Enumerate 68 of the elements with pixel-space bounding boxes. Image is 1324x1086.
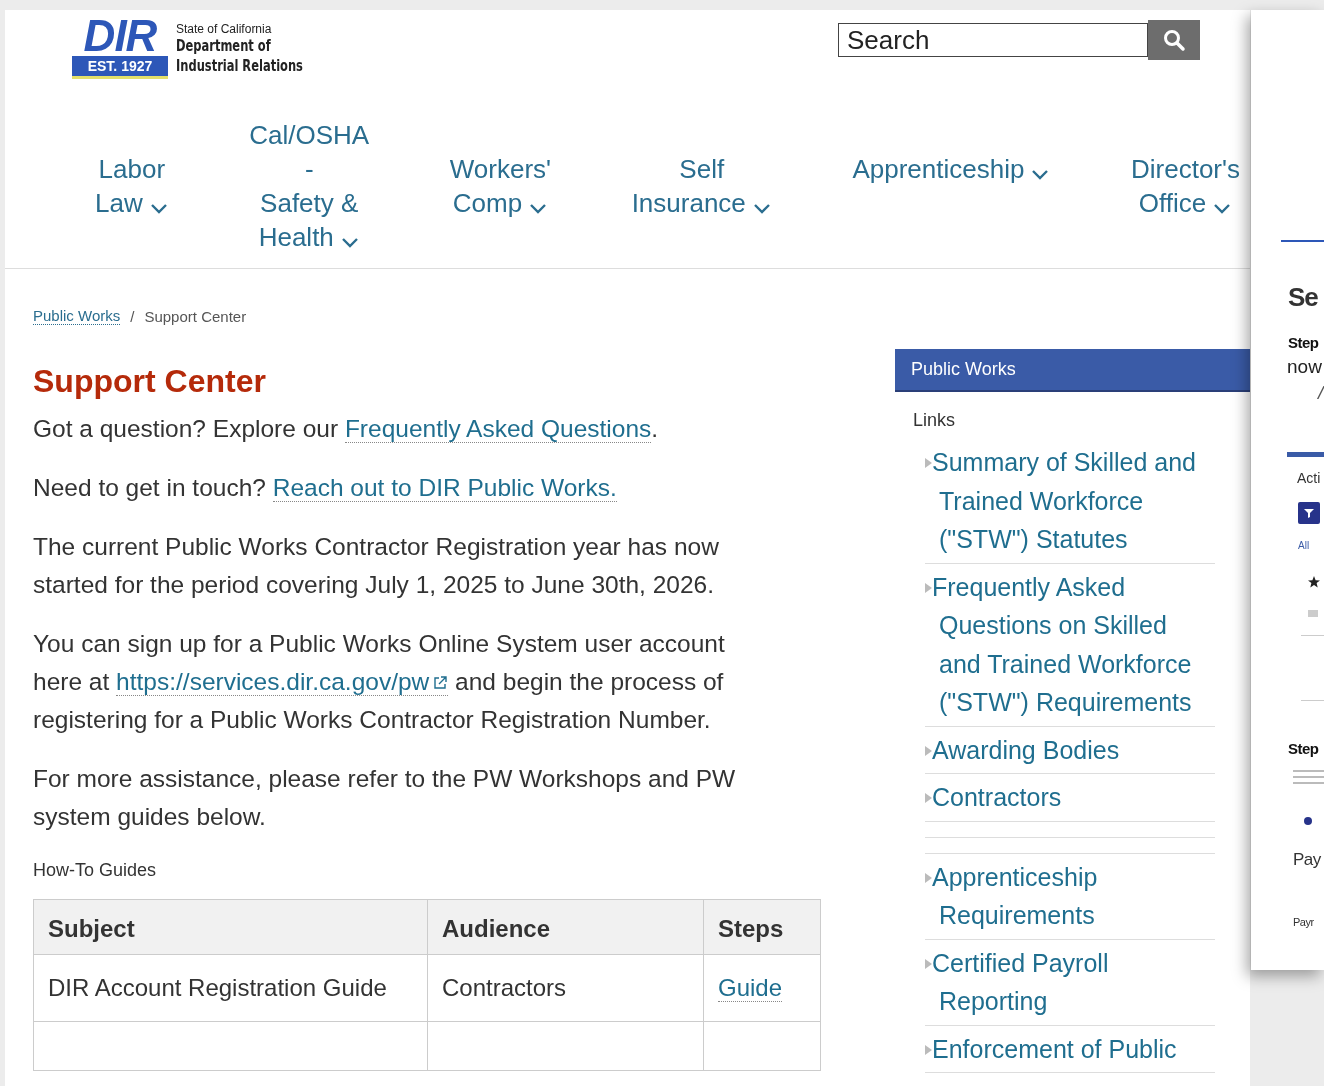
column-header: Subject [33, 899, 428, 955]
row-text: Payr [1293, 916, 1314, 928]
bullet-triangle-icon [925, 958, 932, 969]
window-heading: Se [1288, 282, 1318, 313]
bullet-triangle-icon [925, 1044, 932, 1055]
filter-icon [1304, 508, 1314, 518]
bullet-triangle-icon [925, 458, 932, 468]
column-header: Steps [703, 899, 821, 955]
logo-established-year: EST. 1927 [72, 56, 168, 76]
text-link[interactable]: Frequently Asked Questions [344, 415, 652, 443]
column-header: Audience [427, 899, 704, 955]
chevron-down-icon [751, 202, 772, 216]
status-dot [1304, 817, 1312, 825]
url-link[interactable]: https://services.dir.ca.gov/pw [116, 668, 449, 696]
page-title: Support Center [33, 363, 267, 400]
bullet-triangle-icon [925, 745, 932, 756]
breadcrumb-link[interactable]: Public Works [33, 307, 121, 325]
bullet-triangle-icon [925, 872, 932, 883]
sidebar-link[interactable]: Awarding Bodies [932, 730, 1120, 769]
sidebar-link[interactable]: Contractors [932, 778, 1062, 817]
nav-menu-item[interactable]: Labor Law [95, 152, 169, 220]
table-cell: Contractors [427, 954, 704, 1022]
paragraph: For more assistance, please refer to the PW Workshops and PW system guides below. [33, 764, 737, 832]
paragraph: Got a question? Explore our Frequently Asked Questions. [33, 414, 660, 445]
sidebar-subtitle: Links [913, 410, 957, 431]
nav-menu-item[interactable]: Director's Office [1131, 152, 1240, 220]
paragraph: You can sign up for a Public Works Online System user account here at https://services.dir.ca.gov/pw and begin the process of registering for a Public Works Contractor Registration Number. [33, 629, 726, 735]
sidebar-link[interactable]: Certified Payroll Reporting [932, 943, 1215, 1021]
breadcrumb-current: Support Center [144, 307, 247, 325]
filter-button[interactable] [1298, 502, 1320, 524]
logo-state-text: State of California [176, 22, 273, 36]
sidebar-link[interactable]: Summary of Skilled and Trained Workforce ("STW") Statutes [932, 443, 1215, 559]
nav-menu-item[interactable]: Workers' Comp [449, 152, 552, 220]
logo-mark: DIR [82, 16, 158, 56]
paragraph: The current Public Works Contractor Registration year has now started for the period covering July 1, 2025 to June 30th, 2026. [33, 532, 720, 600]
logo-department-text: Department of [176, 36, 272, 56]
filter-link[interactable]: All [1298, 540, 1310, 551]
external-link-icon [432, 675, 449, 691]
nav-menu-item[interactable]: Self Insurance [631, 152, 772, 220]
window-text: now [1287, 356, 1322, 378]
search-button[interactable] [1148, 20, 1200, 60]
step-label: Step [1288, 740, 1319, 757]
paragraph: Need to get in touch? Reach out to DIR Public Works. [33, 473, 618, 504]
guide-link[interactable]: Guide [718, 974, 783, 1002]
sidebar-link[interactable]: Frequently Asked Questions on Skilled and Trained Workforce ("STW") Requirements [932, 567, 1215, 722]
nav-menu-item[interactable]: Apprenticeship [852, 152, 1051, 186]
chevron-down-icon [339, 236, 360, 250]
chevron-down-icon [1030, 168, 1051, 182]
table-cell: DIR Account Registration Guide [33, 954, 428, 1022]
logo-department-text: Industrial Relations [176, 56, 303, 76]
sidebar-link[interactable]: Enforcement of Public [932, 1029, 1177, 1068]
search-icon [1162, 28, 1186, 52]
tab-label[interactable]: Acti [1297, 470, 1321, 486]
sidebar-link[interactable]: Apprenticeship Requirements [932, 857, 1215, 935]
chevron-down-icon [528, 202, 549, 216]
row-text: Pay [1293, 850, 1321, 870]
nav-menu-item[interactable]: Cal/OSHA - Safety & Health [249, 118, 370, 254]
chevron-down-icon [148, 202, 169, 216]
text-link[interactable]: Reach out to DIR Public Works. [272, 474, 617, 502]
bullet-triangle-icon [925, 582, 932, 593]
search-field[interactable]: Search [838, 23, 1148, 57]
sidebar-title: Public Works [895, 349, 1250, 392]
breadcrumb-separator: / [130, 307, 135, 325]
step-label: Step [1288, 334, 1319, 351]
bullet-triangle-icon [925, 793, 932, 803]
star-icon [1308, 576, 1320, 588]
section-heading: How-To Guides [33, 860, 158, 881]
chevron-down-icon [1212, 202, 1233, 216]
